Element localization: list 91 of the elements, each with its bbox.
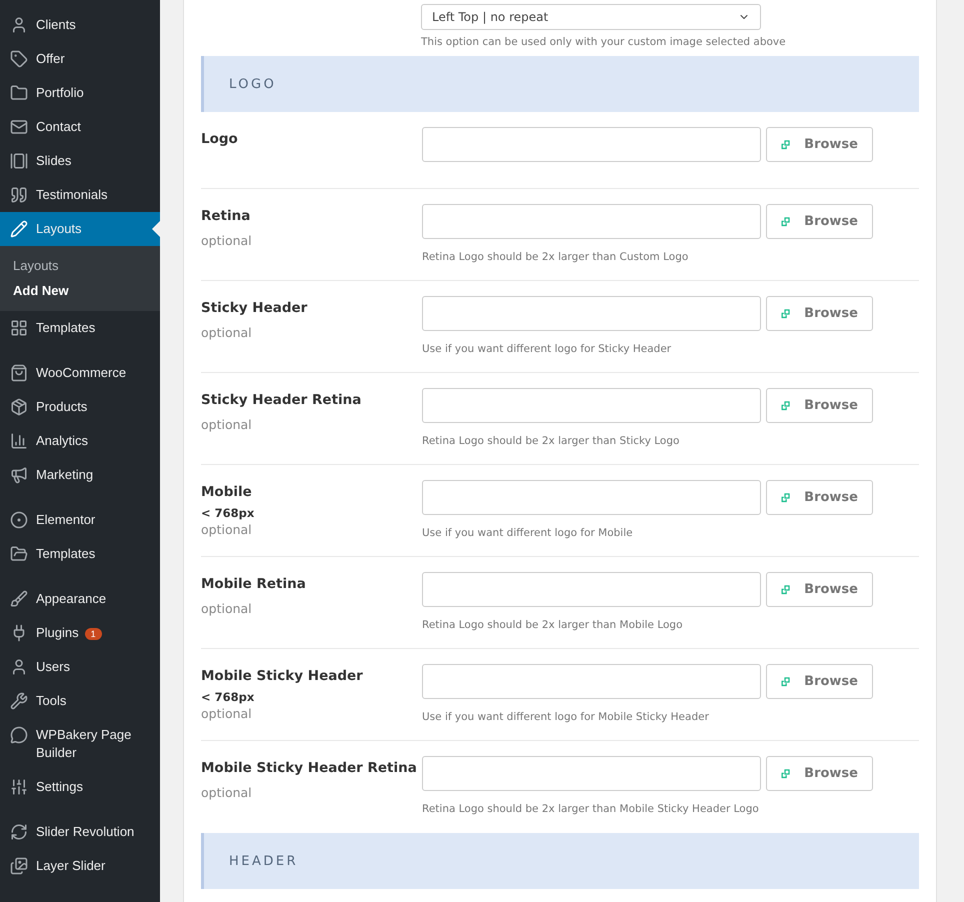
hint-text: Retina Logo should be 2x larger than Custom Logo [422,251,690,263]
brush-icon [10,590,28,608]
input-field[interactable] [422,388,761,423]
optional-text: optional [201,706,253,721]
submenu-item[interactable]: Layouts [0,253,160,278]
sidebar-item[interactable]: Slider Revolution [0,815,160,849]
input-field[interactable] [422,480,761,515]
wrench-icon [10,692,28,710]
hint-text: Retina Logo should be 2x larger than Mobile Sticky Header Logo [422,803,760,815]
browse-button[interactable]: Browse [766,388,873,423]
bag-icon [10,364,28,382]
sidebar-item[interactable]: Clients [0,8,160,42]
envelope-icon [10,118,28,136]
browse-button[interactable]: Browse [766,480,873,515]
input-field[interactable] [422,127,761,162]
field-label: Sticky Header [201,300,308,316]
hint-text: Retina Logo should be 2x larger than Sticky Logo [422,435,680,447]
folder-icon [10,84,28,102]
browse-button[interactable]: Browse [766,127,873,162]
optional-text: optional [201,522,253,537]
sidebar-item[interactable]: Tools [0,684,160,718]
browse-button[interactable]: Browse [766,204,873,239]
optional-text: optional [201,233,253,248]
person-icon [10,16,28,34]
hint-text: Use if you want different logo for Mobile Sticky Header [422,711,710,723]
browse-button[interactable]: Browse [766,296,873,331]
field-label: Mobile Sticky Header [201,668,364,684]
hint-text: This option can be used only with your custom image selected above [421,36,787,48]
speech-bubble-icon [10,726,28,744]
sidebar-item[interactable]: Layer Slider [0,849,160,883]
sidebar-item[interactable]: Elementor [0,503,160,537]
field-label: Mobile [201,484,253,500]
sidebar-item[interactable]: WPBakery Page Builder [0,718,160,770]
grid-icon [10,319,28,337]
browse-button[interactable]: Browse [766,664,873,699]
hint-text: Retina Logo should be 2x larger than Mobile Logo [422,619,684,631]
field-label: Sticky Header Retina [201,392,362,408]
input-field[interactable] [422,664,761,699]
submenu-item[interactable]: Add New [0,278,160,303]
field-label: Logo [201,131,239,147]
sidebar-item[interactable]: Products [0,390,160,424]
sidebar-item[interactable]: Templates [0,537,160,571]
input-field[interactable] [422,756,761,791]
sliders-icon [10,778,28,796]
browse-button[interactable]: Browse [766,572,873,607]
megaphone-icon [10,466,28,484]
pencil-icon [10,220,28,238]
folder-icon [10,545,28,563]
hint-text: Use if you want different logo for Sticky Header [422,343,672,355]
input-field[interactable] [422,296,761,331]
section-title: LOGO [229,76,276,92]
optional-text: optional [201,417,253,432]
sidebar-item[interactable]: Users [0,650,160,684]
section-title: HEADER [229,854,298,868]
bar-chart-icon [10,432,28,450]
sidebar-item[interactable]: Testimonials [0,178,160,212]
sidebar-item[interactable]: Slides [0,144,160,178]
slides-icon [10,152,28,170]
sidebar-item[interactable]: Portfolio [0,76,160,110]
breakpoint-text: < 768px [201,506,256,520]
quote-icon [10,186,28,204]
field-label: Retina [201,208,252,224]
input-field[interactable] [422,204,761,239]
hint-text: Use if you want different logo for Mobile [422,527,634,539]
select-field[interactable]: Left Top | no repeat [421,4,761,30]
sidebar-item[interactable]: Layouts [0,212,160,246]
optional-text: optional [201,601,253,616]
sidebar-item[interactable]: Appearance [0,582,160,616]
images-icon [10,857,28,875]
browse-button[interactable]: Browse [766,756,873,791]
person-icon [10,658,28,676]
field-label: Mobile Sticky Header Retina [201,760,418,776]
tag-icon [10,50,28,68]
selection-pointer [152,221,160,237]
count-badge: 1 [84,628,102,640]
optional-text: optional [201,325,253,340]
circle-icon [10,511,28,529]
sidebar-item[interactable]: Marketing [0,458,160,492]
box-icon [10,398,28,416]
sidebar-item[interactable]: Analytics [0,424,160,458]
sidebar-item[interactable]: Settings [0,770,160,804]
field-label: Mobile Retina [201,576,307,592]
sidebar-item[interactable]: Offer [0,42,160,76]
input-field[interactable] [422,572,761,607]
sidebar-item[interactable]: Templates [0,311,160,345]
sidebar-item[interactable]: Plugins 1 [0,616,160,650]
sidebar-item[interactable]: WooCommerce [0,356,160,390]
optional-text: optional [201,785,253,800]
breakpoint-text: < 768px [201,690,256,704]
refresh-icon [10,823,28,841]
sidebar-item[interactable]: Contact [0,110,160,144]
